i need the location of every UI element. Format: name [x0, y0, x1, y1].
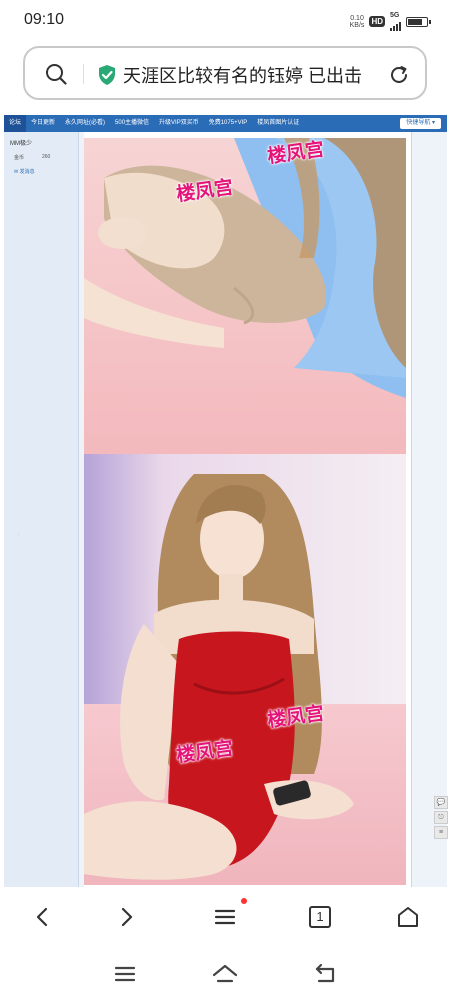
signal-icon: 5G: [390, 12, 401, 31]
forward-icon[interactable]: [112, 903, 140, 931]
back-icon[interactable]: [29, 903, 57, 931]
network-type: 5G: [390, 12, 400, 19]
site-nav-bar: 论坛 今日更新 永久网址(必看) 500主播微信 升级VIP双买币 免费1075…: [4, 115, 447, 132]
recent-apps-icon[interactable]: [111, 961, 139, 987]
site-nav-item-permanent-url[interactable]: 永久网址(必看): [60, 115, 110, 132]
notification-dot: [241, 898, 247, 904]
send-message-link[interactable]: ✉ 发消息: [14, 168, 35, 175]
battery-icon: [406, 16, 431, 27]
reload-icon[interactable]: [387, 63, 411, 87]
network-speed-value: 0.10: [350, 14, 364, 22]
search-icon[interactable]: [45, 63, 67, 85]
post-photo-2[interactable]: 楼凤宫 楼凤宫: [84, 454, 406, 885]
tabs-icon[interactable]: 1: [309, 906, 331, 928]
home-icon[interactable]: [394, 903, 422, 931]
coins-value: 260: [42, 154, 51, 160]
hd-badge: HD: [369, 16, 385, 27]
system-nav-bar: [0, 948, 450, 1000]
network-speed: 0.10 KB/s: [350, 15, 365, 29]
back-icon[interactable]: [311, 961, 339, 987]
shield-check-icon: [99, 65, 115, 85]
status-time: 09:10: [24, 11, 65, 28]
floating-buttons: 💬 ⎋ ≡: [434, 796, 448, 839]
address-bar-divider: [83, 64, 84, 84]
browser-toolbar: 1: [0, 887, 450, 947]
status-bar: 09:10 0.10 KB/s HD 5G: [0, 0, 450, 40]
site-nav-item-upgrade-vip[interactable]: 升级VIP双买币: [154, 115, 204, 132]
photo-2-image: [84, 454, 406, 885]
status-icons: 0.10 KB/s HD 5G: [350, 12, 431, 31]
battery-level: [408, 18, 422, 25]
site-nav-item-today[interactable]: 今日更新: [26, 115, 60, 132]
coins-label: 金币: [14, 155, 25, 161]
quick-nav-button[interactable]: 快捷导航 ▾: [400, 118, 441, 129]
site-nav-item-free-vip[interactable]: 免费1075+VIP: [204, 115, 253, 132]
sidebar-username[interactable]: MM极少: [10, 138, 32, 147]
site-nav-item-forum[interactable]: 论坛: [4, 115, 27, 132]
send-message-label: 发消息: [19, 169, 35, 175]
sidebar-dot: ·: [18, 532, 20, 538]
share-icon[interactable]: ⎋: [434, 811, 448, 824]
sidebar-coins: 金币 260: [14, 154, 74, 161]
post-photo-1[interactable]: 楼凤宫 楼凤宫: [84, 138, 406, 454]
network-speed-unit: KB/s: [349, 21, 365, 29]
photo-1-image: [84, 138, 406, 454]
menu-icon[interactable]: [211, 903, 239, 931]
site-sidebar: MM极少 金币 260 ✉ 发消息 ·: [4, 132, 79, 887]
comment-icon[interactable]: 💬: [434, 796, 448, 809]
home-icon[interactable]: [211, 961, 239, 987]
address-bar-text[interactable]: 天涯区比较有名的钰婷 已出击: [123, 62, 373, 88]
site-nav-item-certification[interactable]: 楼凤首图片认证: [252, 115, 304, 132]
address-bar[interactable]: 天涯区比较有名的钰婷 已出击: [23, 46, 427, 100]
site-nav-item-wechat[interactable]: 500主播微信: [110, 115, 154, 132]
list-icon[interactable]: ≡: [434, 826, 448, 839]
